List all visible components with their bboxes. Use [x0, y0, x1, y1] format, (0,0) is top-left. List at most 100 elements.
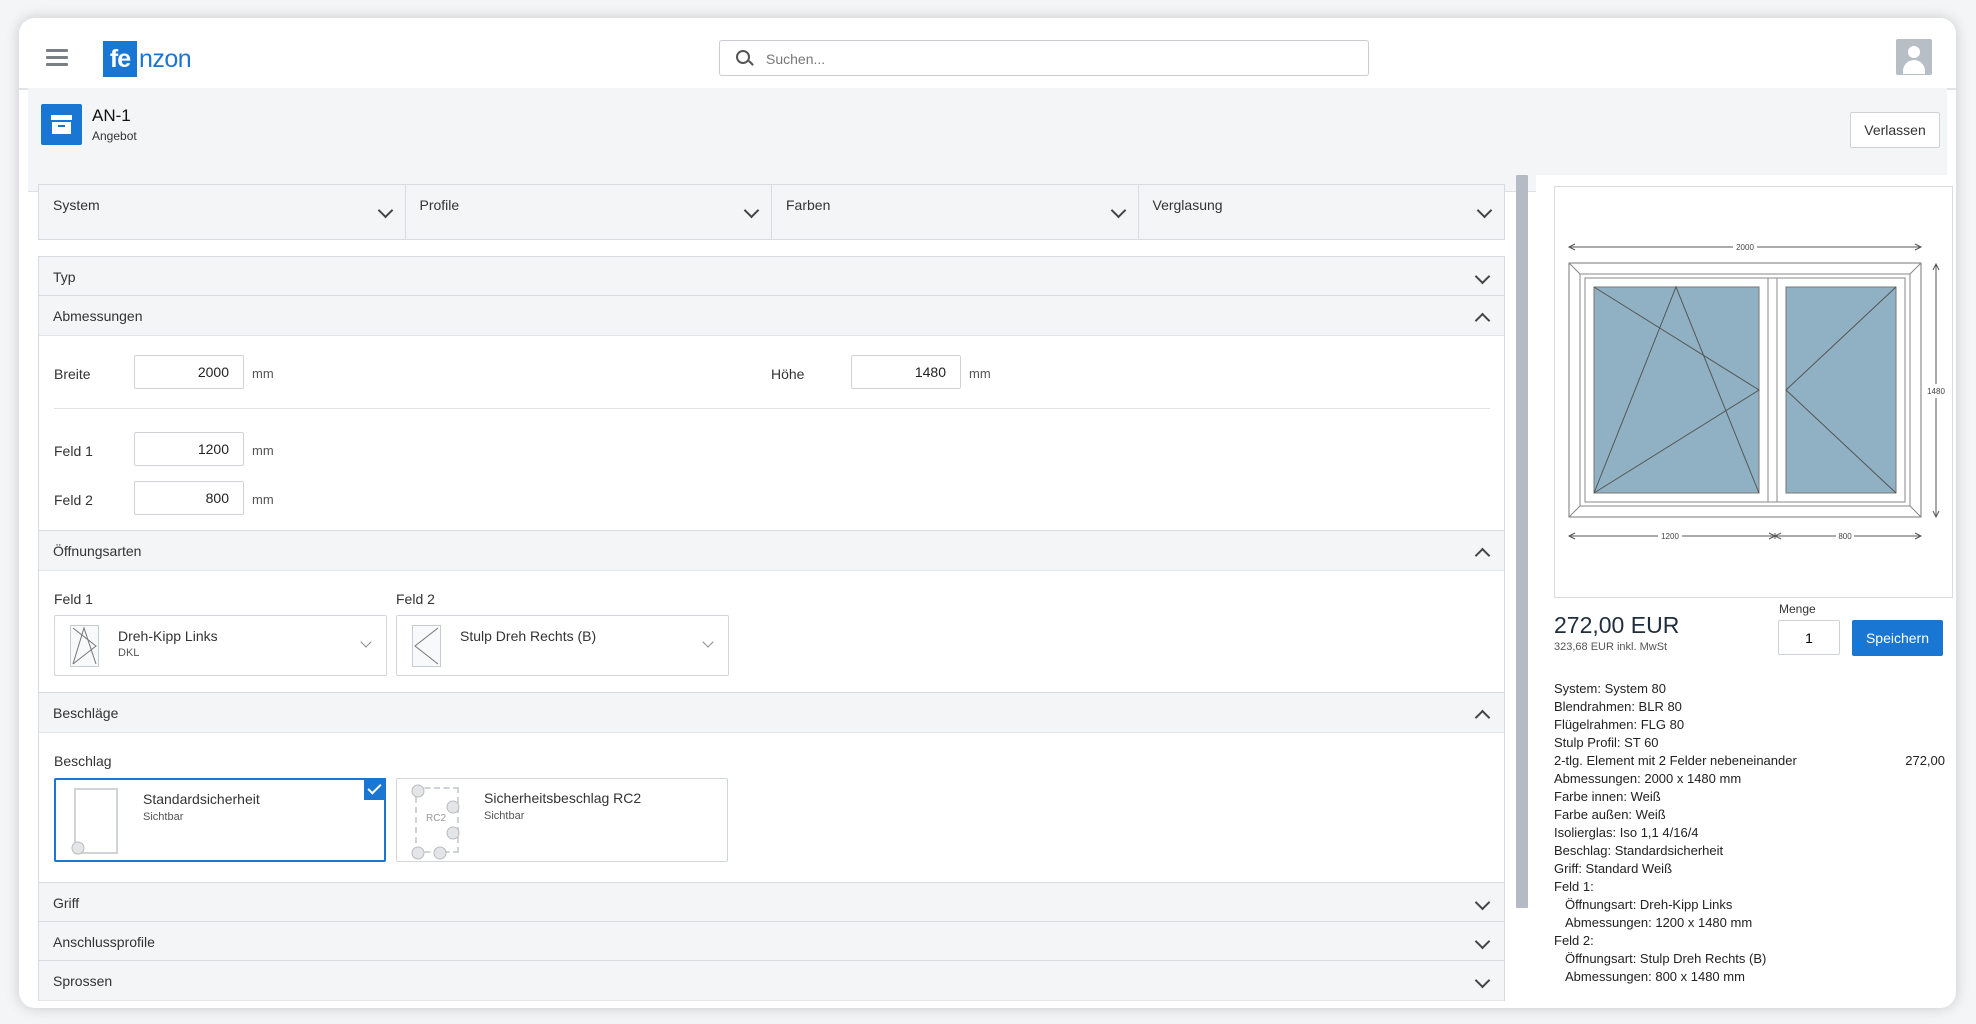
tilt-turn-left-icon [70, 625, 99, 667]
chevron-down-icon [1474, 268, 1491, 285]
document-subtitle: Angebot [92, 129, 137, 143]
section-title: Beschläge [53, 705, 119, 721]
fitting-option-standard[interactable]: Standardsicherheit Sichtbar [54, 778, 386, 862]
summary-line: Farbe außen: Weiß [1554, 807, 1666, 822]
search-icon [736, 50, 750, 64]
turn-right-icon [412, 625, 441, 667]
unit-label: mm [252, 366, 274, 381]
breite-input[interactable] [134, 355, 244, 389]
drawing-height-label: 1480 [1927, 387, 1945, 396]
archive-box-icon [41, 104, 82, 145]
chevron-down-icon [1476, 202, 1493, 219]
chevron-down-icon [1474, 933, 1491, 950]
logo-mark: fe [103, 41, 137, 77]
logo[interactable]: fe nzon [103, 40, 192, 78]
section-title: Abmessungen [53, 308, 143, 324]
breite-label: Breite [54, 366, 91, 382]
tab-label: System [53, 197, 100, 213]
chevron-down-icon [377, 202, 393, 219]
config-tabs: System Profile Farben Verglasung [38, 184, 1505, 240]
section-sprossen-header[interactable]: Sprossen [39, 961, 1504, 1001]
section-sprossen: Sprossen [38, 960, 1505, 1001]
beschlag-label: Beschlag [54, 753, 112, 769]
logo-text: nzon [139, 44, 192, 73]
chevron-down-icon [1474, 894, 1491, 911]
tab-profile[interactable]: Profile [406, 185, 772, 239]
preview-panel: 2000 1480 1200 800 272,00 EUR 323,68 EUR… [1536, 175, 1953, 1008]
unit-label: mm [969, 366, 991, 381]
section-oeffnungsarten: Öffnungsarten Feld 1 Feld 2 Dreh-Kipp Li… [38, 530, 1505, 693]
section-title: Anschlussprofile [53, 934, 155, 950]
search-input[interactable] [764, 48, 1348, 70]
opening-select-feld1[interactable]: Dreh-Kipp Links DKL [54, 615, 387, 676]
summary-line: Öffnungsart: Stulp Dreh Rechts (B) [1565, 951, 1767, 966]
chevron-down-icon [1474, 972, 1491, 989]
feld2-width-input[interactable] [134, 481, 244, 515]
summary-line: Isolierglas: Iso 1,1 4/16/4 [1554, 825, 1699, 840]
drawing-field1-label: 1200 [1661, 532, 1679, 541]
section-abmessungen-header[interactable]: Abmessungen [39, 296, 1504, 336]
section-abmessungen: Abmessungen Breite mm Höhe mm Feld 1 mm [38, 295, 1505, 483]
section-oeffnungsarten-header[interactable]: Öffnungsarten [39, 531, 1504, 571]
vertical-scrollbar[interactable] [1516, 175, 1528, 1008]
summary-line: Griff: Standard Weiß [1554, 861, 1673, 876]
configurator-panel: System Profile Farben Verglasung Typ Abm… [38, 184, 1505, 1008]
chevron-up-icon [1474, 547, 1491, 564]
checkmark-icon [364, 778, 386, 800]
hamburger-icon[interactable] [46, 49, 68, 67]
save-button[interactable]: Speichern [1852, 620, 1943, 656]
chevron-down-icon [743, 202, 760, 219]
fitting-sub: Sichtbar [143, 811, 184, 823]
quantity-input[interactable] [1778, 620, 1840, 655]
tab-label: Profile [419, 197, 460, 213]
summary-line: Feld 1: [1554, 879, 1594, 894]
summary-amount: 272,00 [1905, 753, 1945, 768]
fitting-option-rc2[interactable]: RC2 Sicherheitsbeschlag RC2 Sichtbar [396, 778, 728, 862]
chevron-down-icon [360, 636, 372, 648]
summary-line: 2-tlg. Element mit 2 Felder nebeneinande… [1554, 753, 1945, 768]
window-diagram: 2000 1480 1200 800 [1567, 242, 1945, 541]
section-griff: Griff [38, 882, 1505, 923]
unit-label: mm [252, 443, 274, 458]
summary-line: Abmessungen: 800 x 1480 mm [1565, 969, 1745, 984]
opening-code: DKL [118, 647, 140, 659]
feld1-width-input[interactable] [134, 432, 244, 466]
price-gross: 323,68 EUR inkl. MwSt [1554, 641, 1668, 653]
drawing-field2-label: 800 [1838, 532, 1852, 541]
drawing-width-label: 2000 [1736, 243, 1754, 252]
tab-farben[interactable]: Farben [772, 185, 1139, 239]
section-title: Sprossen [53, 973, 113, 989]
window-drawing: 2000 1480 1200 800 [1554, 186, 1953, 598]
leave-button[interactable]: Verlassen [1850, 112, 1940, 148]
section-typ: Typ [38, 256, 1505, 297]
section-anschlussprofile: Anschlussprofile [38, 921, 1505, 962]
section-anschlussprofile-header[interactable]: Anschlussprofile [39, 922, 1504, 962]
chevron-up-icon [1474, 709, 1491, 726]
feld2-label: Feld 2 [54, 492, 93, 508]
section-typ-header[interactable]: Typ [39, 257, 1504, 297]
section-beschlaege-header[interactable]: Beschläge [39, 693, 1504, 733]
hoehe-label: Höhe [771, 366, 805, 382]
section-title: Typ [53, 269, 76, 285]
chevron-up-icon [1474, 312, 1491, 329]
divider [54, 408, 1490, 409]
scrollbar-thumb[interactable] [1516, 175, 1528, 908]
feld1-label: Feld 1 [54, 443, 93, 459]
hoehe-input[interactable] [851, 355, 961, 389]
summary-line: Flügelrahmen: FLG 80 [1554, 717, 1685, 732]
fitting-name: Standardsicherheit [143, 791, 260, 807]
tab-verglasung[interactable]: Verglasung [1139, 185, 1505, 239]
summary-line: Abmessungen: 1200 x 1480 mm [1565, 915, 1753, 930]
section-griff-header[interactable]: Griff [39, 883, 1504, 923]
summary-line: Öffnungsart: Dreh-Kipp Links [1565, 897, 1733, 912]
tab-system[interactable]: System [39, 185, 406, 239]
summary-line: Farbe innen: Weiß [1554, 789, 1661, 804]
user-avatar-icon[interactable] [1896, 39, 1932, 75]
opening-feld1-label: Feld 1 [54, 591, 93, 607]
section-title: Öffnungsarten [53, 543, 142, 559]
section-abmessungen-cont: Feld 2 mm [38, 481, 1505, 532]
summary-line: Abmessungen: 2000 x 1480 mm [1554, 771, 1742, 786]
opening-select-feld2[interactable]: Stulp Dreh Rechts (B) [396, 615, 729, 676]
top-bar: fe nzon [19, 18, 1956, 90]
search-box[interactable] [719, 40, 1369, 76]
